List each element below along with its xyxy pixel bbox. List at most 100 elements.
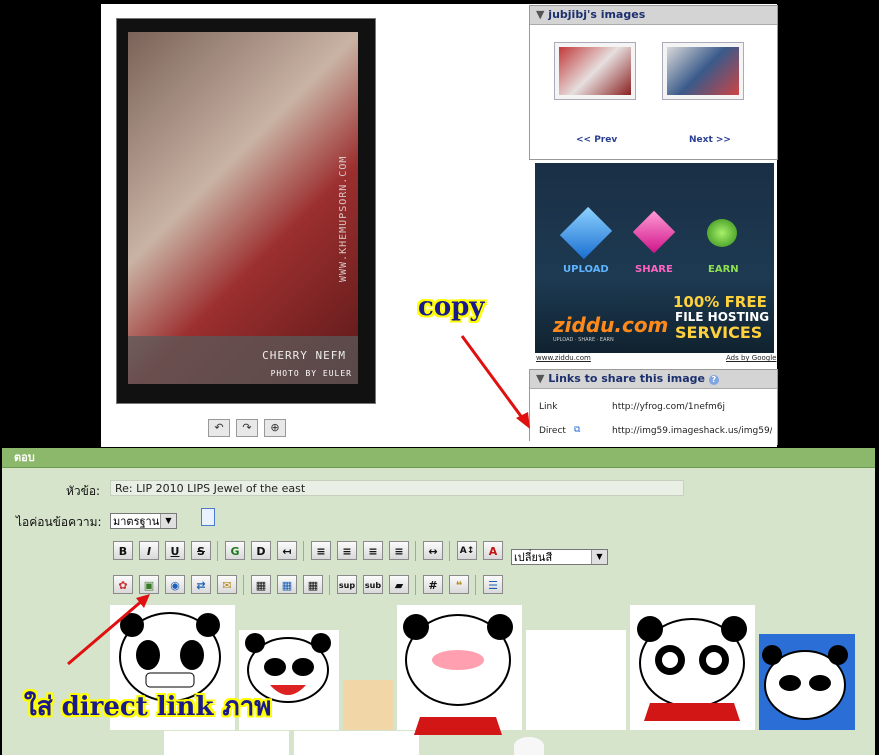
message-icon-select[interactable]: มาตรฐาน ▼	[110, 513, 177, 529]
superscript-button[interactable]: sup	[337, 575, 357, 594]
zoom-icon[interactable]: ⊕	[264, 419, 286, 437]
email-button[interactable]: ✉	[217, 575, 237, 594]
toolbar-divider	[303, 541, 304, 561]
photo-frame: CHERRY NEFM PHOTO BY EULER WWW.KHEMUPSOR…	[116, 18, 376, 404]
link-url-field[interactable]: http://yfrog.com/1nefm6j	[612, 402, 725, 412]
upload-arrow-icon	[559, 206, 613, 260]
marquee-button[interactable]: ↤	[277, 541, 297, 560]
bold-button[interactable]: B	[113, 541, 133, 560]
toolbar-divider	[329, 575, 330, 595]
gallery-thumbnail[interactable]	[662, 42, 744, 100]
photo-caption: CHERRY NEFM	[262, 349, 346, 362]
gallery-thumbnail[interactable]	[554, 42, 636, 100]
subject-input[interactable]: Re: LIP 2010 LIPS Jewel of the east	[110, 480, 684, 496]
rotate-right-icon[interactable]: ↷	[236, 419, 258, 437]
document-icon	[201, 508, 215, 526]
collapse-triangle-icon[interactable]: ▼	[536, 8, 548, 21]
help-icon[interactable]: ?	[708, 375, 719, 385]
share-icon	[632, 210, 676, 254]
photo-credit: PHOTO BY EULER	[270, 369, 352, 378]
page-bottom-strip	[101, 441, 777, 447]
panda-emoticon[interactable]	[164, 731, 289, 755]
ad-headline-1: 100% FREE	[673, 293, 767, 311]
toolbar-divider	[475, 575, 476, 595]
table-button[interactable]: ▦	[251, 575, 271, 594]
message-icon-select-value: มาตรฐาน	[113, 515, 160, 528]
font-color-button[interactable]: A	[483, 541, 503, 560]
direct-label: Direct	[539, 426, 566, 436]
horizontal-rule-button[interactable]: ↔	[423, 541, 443, 560]
list-button[interactable]: ☰	[483, 575, 503, 594]
align-right-button[interactable]: ≡	[389, 541, 409, 560]
ads-by-google-link[interactable]: Ads by Google	[726, 354, 776, 362]
share-links-panel: ▼ Links to share this image ? Link http:…	[529, 369, 778, 445]
align-left-button[interactable]: ≡	[311, 541, 331, 560]
gallery-title: ▼ jubjibj's images	[530, 6, 777, 25]
ad-headline-2: FILE HOSTING	[675, 310, 770, 324]
underline-button[interactable]: U	[165, 541, 185, 560]
shadow-button[interactable]: D	[251, 541, 271, 560]
message-icon-label: ไอค่อนข้อความ:	[16, 515, 102, 529]
next-link[interactable]: Next >>	[689, 135, 731, 145]
panda-emoticon[interactable]	[397, 605, 522, 730]
direct-url-field[interactable]: http://img59.imageshack.us/img59/!	[612, 426, 772, 436]
ad-banner[interactable]: UPLOAD SHARE EARN ziddu.com UPLOAD · SHA…	[535, 163, 774, 353]
color-select-value: เปลี่ยนสี	[514, 551, 553, 564]
share-title-text: Links to share this image	[548, 372, 705, 385]
panda-emoticon[interactable]	[759, 634, 855, 730]
subscript-button[interactable]: sub	[363, 575, 383, 594]
insert-image-button[interactable]: ▣	[139, 575, 159, 594]
dropdown-arrow-icon: ▼	[160, 514, 176, 528]
ad-brand: ziddu.com	[553, 313, 669, 337]
direct-link-annotation: ใส่ direct link ภาพ	[24, 692, 272, 722]
toolbar-divider	[243, 575, 244, 595]
subject-label: หัวข้อ:	[66, 484, 101, 498]
gallery-title-text: jubjibj's images	[548, 8, 646, 21]
toolbar-divider	[415, 575, 416, 595]
quote-button[interactable]: ❝	[449, 575, 469, 594]
table-column-button[interactable]: ▦	[303, 575, 323, 594]
dropdown-arrow-icon: ▼	[591, 550, 607, 564]
ftp-link-button[interactable]: ⇄	[191, 575, 211, 594]
color-select[interactable]: เปลี่ยนสี ▼	[511, 549, 608, 565]
align-justify-button[interactable]: ≡	[337, 541, 357, 560]
earn-label: EARN	[708, 264, 739, 275]
upload-label: UPLOAD	[563, 264, 609, 275]
teletype-button[interactable]: ▰	[389, 575, 409, 594]
money-bag-icon	[707, 219, 737, 247]
glow-button[interactable]: G	[225, 541, 245, 560]
italic-button[interactable]: I	[139, 541, 159, 560]
code-button[interactable]: #	[423, 575, 443, 594]
insert-link-button[interactable]: ◉	[165, 575, 185, 594]
reply-header: ตอบ	[2, 448, 875, 468]
strikethrough-button[interactable]: S	[191, 541, 211, 560]
collapse-triangle-icon[interactable]: ▼	[536, 372, 548, 385]
heart-emoticon[interactable]	[514, 737, 544, 755]
font-size-button[interactable]: A↕	[457, 541, 477, 560]
ad-headline-3: SERVICES	[675, 323, 763, 342]
external-link-icon[interactable]: ⧉	[574, 425, 580, 435]
ad-site-link[interactable]: www.ziddu.com	[536, 354, 591, 362]
monkey-emoticon[interactable]	[343, 680, 393, 730]
share-title: ▼ Links to share this image ?	[530, 370, 777, 389]
toolbar-divider	[449, 541, 450, 561]
toolbar-divider	[217, 541, 218, 561]
thumbnail-image	[667, 47, 739, 95]
ad-tagline: UPLOAD · SHARE · EARN	[553, 337, 614, 343]
rotate-left-icon[interactable]: ↶	[208, 419, 230, 437]
photo-watermark: WWW.KHEMUPSORN.COM	[338, 155, 349, 282]
share-label: SHARE	[635, 264, 673, 275]
flash-button[interactable]: ✿	[113, 575, 133, 594]
link-label: Link	[539, 402, 558, 412]
align-center-button[interactable]: ≡	[363, 541, 383, 560]
thumbnail-image	[559, 47, 631, 95]
panda-emoticon[interactable]	[630, 605, 755, 730]
panda-emoticon[interactable]	[526, 630, 626, 730]
table-row-button[interactable]: ▦	[277, 575, 297, 594]
copy-annotation: copy	[418, 292, 485, 322]
gallery-panel: ▼ jubjibj's images << Prev Next >>	[529, 5, 778, 160]
panda-emoticon[interactable]	[294, 731, 419, 755]
photo-image[interactable]: CHERRY NEFM PHOTO BY EULER WWW.KHEMUPSOR…	[128, 32, 358, 384]
toolbar-divider	[415, 541, 416, 561]
prev-link[interactable]: << Prev	[576, 135, 617, 145]
